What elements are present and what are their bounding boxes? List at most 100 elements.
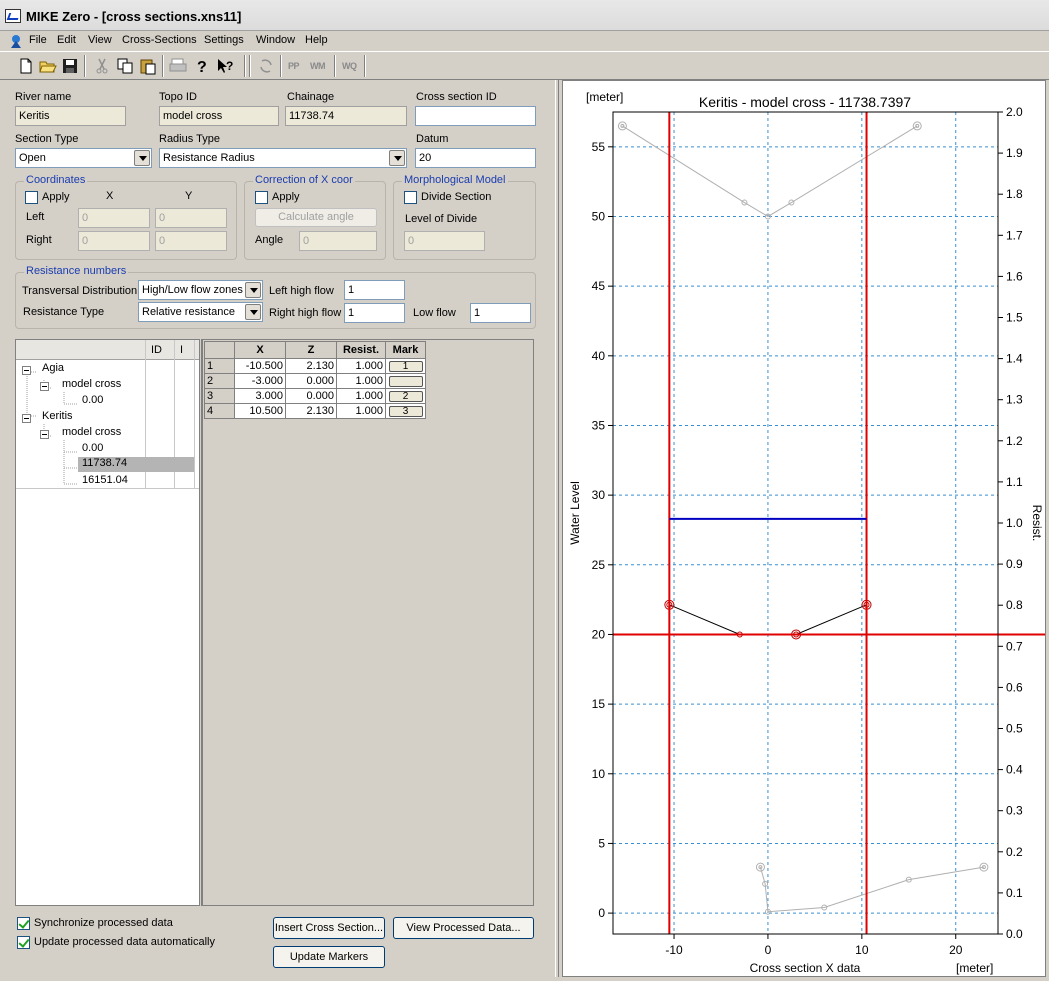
radius-type-select[interactable]: Resistance Radius [159,148,407,168]
new-file-icon[interactable] [16,56,36,76]
datum-field[interactable]: 20 [415,148,536,168]
cell-z[interactable]: 0.000 [285,373,337,389]
cross-section-tree[interactable]: ID I Agia model cross 0.00 Keritis model… [15,339,200,906]
print-icon[interactable] [168,56,188,76]
cell-x[interactable]: 3.000 [234,388,286,404]
tree-node-topo[interactable]: model cross [62,378,121,390]
section-type-select[interactable]: Open [15,148,152,168]
wq-button[interactable]: WQ [342,56,357,76]
collapse-icon[interactable] [22,366,31,375]
table-row[interactable]: 3 3.000 0.000 1.000 2 [204,388,426,404]
y2-tick-label: 0.1 [1006,886,1023,900]
cell-x[interactable]: -3.000 [234,373,286,389]
context-help-icon[interactable]: ? [215,56,235,76]
column-z[interactable]: Z [285,341,337,359]
correction-apply-checkbox[interactable] [255,191,268,204]
mark-button[interactable]: 1 [388,360,423,372]
copy-icon[interactable] [115,56,135,76]
cell-z[interactable]: 2.130 [285,358,337,374]
column-resist[interactable]: Resist. [336,341,386,359]
tree-node-chainage[interactable]: 0.00 [82,442,103,454]
cell-z[interactable]: 0.000 [285,388,337,404]
left-high-flow-field[interactable]: 1 [344,280,405,300]
update-markers-button[interactable]: Update Markers [273,946,385,968]
resistance-type-select[interactable]: Relative resistance [138,302,263,322]
menu-edit[interactable]: Edit [57,34,76,46]
cell-x[interactable]: -10.500 [234,358,286,374]
refresh-icon[interactable] [256,56,276,76]
chevron-down-icon[interactable] [245,304,261,320]
mdi-child-icon[interactable] [8,33,24,49]
cell-z[interactable]: 2.130 [285,403,337,419]
update-auto-checkbox[interactable] [17,936,30,949]
cut-icon[interactable] [92,56,112,76]
transversal-distribution-select[interactable]: High/Low flow zones [138,280,263,300]
menu-window[interactable]: Window [256,34,295,46]
cell-resist[interactable]: 1.000 [336,373,386,389]
tree-node-river[interactable]: Agia [42,362,64,374]
correction-title: Correction of X coor [253,174,355,186]
mark-button[interactable] [388,375,423,387]
chevron-down-icon[interactable] [389,150,405,166]
right-high-flow-field[interactable]: 1 [344,303,405,323]
wm-button[interactable]: WM [310,56,326,76]
tree-col-id[interactable]: ID [151,344,162,356]
cell-resist[interactable]: 1.000 [336,358,386,374]
low-flow-field[interactable]: 1 [470,303,531,323]
river-name-field[interactable]: Keritis [15,106,126,126]
y-tick-label: 15 [592,697,606,711]
tree-node-chainage-selected[interactable]: 11738.74 [78,457,194,472]
cell-resist[interactable]: 1.000 [336,403,386,419]
cross-section-data-grid[interactable]: X Z Resist. Mark 1 -10.500 2.130 1.000 1… [201,339,534,906]
column-mark[interactable]: Mark [385,341,426,359]
right-x-field[interactable]: 0 [78,231,150,251]
pp-button[interactable]: PP [288,56,300,76]
tree-node-river[interactable]: Keritis [42,410,73,422]
calculate-angle-button[interactable]: Calculate angle [255,208,377,227]
synchronize-checkbox[interactable] [17,917,30,930]
mark-button[interactable]: 3 [388,405,423,417]
cell-resist[interactable]: 1.000 [336,388,386,404]
tree-col-i[interactable]: I [180,344,183,356]
angle-field[interactable]: 0 [299,231,377,251]
cross-section-id-field[interactable] [415,106,536,126]
table-row[interactable]: 2 -3.000 0.000 1.000 [204,373,426,389]
table-header-row: X Z Resist. Mark [204,341,426,359]
tree-node-chainage[interactable]: 0.00 [82,394,103,406]
table-row[interactable]: 1 -10.500 2.130 1.000 1 [204,358,426,374]
cross-section-chart[interactable]: Keritis - model cross - 11738.7397 [mete… [563,81,1045,976]
column-x[interactable]: X [234,341,286,359]
left-y-field[interactable]: 0 [155,208,227,228]
right-y-field[interactable]: 0 [155,231,227,251]
splitter[interactable] [555,80,559,977]
chevron-down-icon[interactable] [245,282,261,298]
coordinates-apply-checkbox[interactable] [25,191,38,204]
level-of-divide-field[interactable]: 0 [404,231,485,251]
insert-cross-section-button[interactable]: Insert Cross Section... [273,917,385,939]
chainage-label: Chainage [287,91,335,103]
open-folder-icon[interactable] [38,56,58,76]
data-point[interactable] [755,862,765,872]
menu-view[interactable]: View [88,34,112,46]
save-icon[interactable] [60,56,80,76]
menu-settings[interactable]: Settings [204,34,244,46]
left-x-field[interactable]: 0 [78,208,150,228]
menu-file[interactable]: File [29,34,47,46]
cell-x[interactable]: 10.500 [234,403,286,419]
menu-cross-sections[interactable]: Cross-Sections [122,34,197,46]
menu-help[interactable]: Help [305,34,328,46]
view-processed-data-button[interactable]: View Processed Data... [393,917,534,939]
help-icon[interactable]: ? [192,56,212,76]
chainage-field[interactable]: 11738.74 [285,106,407,126]
divide-section-checkbox[interactable] [404,191,417,204]
collapse-icon[interactable] [40,382,49,391]
topo-id-field[interactable]: model cross [159,106,279,126]
collapse-icon[interactable] [22,414,31,423]
table-row[interactable]: 4 10.500 2.130 1.000 3 [204,403,426,419]
paste-icon[interactable] [138,56,158,76]
tree-node-topo[interactable]: model cross [62,426,121,438]
chevron-down-icon[interactable] [134,150,150,166]
mark-button[interactable]: 2 [388,390,423,402]
tree-node-chainage[interactable]: 16151.04 [82,474,128,486]
collapse-icon[interactable] [40,430,49,439]
